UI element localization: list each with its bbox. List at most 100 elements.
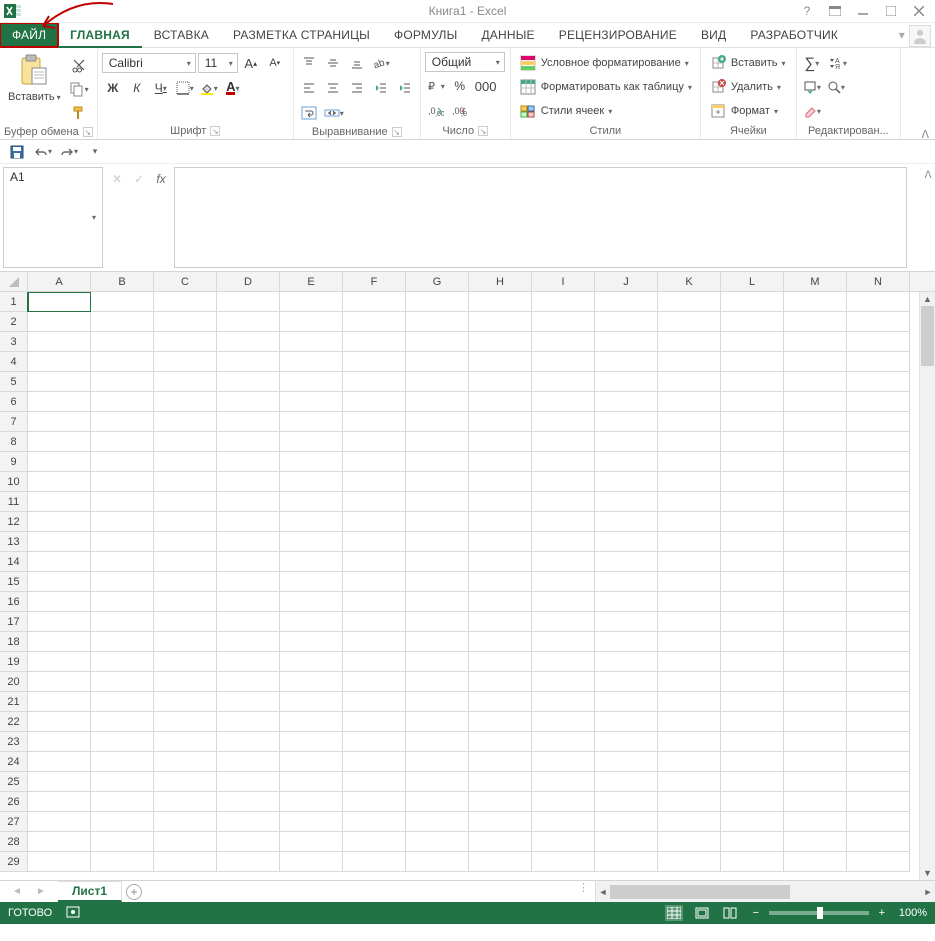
cell[interactable] — [343, 812, 406, 832]
cell[interactable] — [532, 392, 595, 412]
cell[interactable] — [154, 432, 217, 452]
cell[interactable] — [532, 672, 595, 692]
cell[interactable] — [658, 712, 721, 732]
cell[interactable] — [469, 492, 532, 512]
sheet-tab[interactable]: Лист1 — [58, 881, 122, 902]
cell[interactable] — [847, 372, 910, 392]
align-left-icon[interactable] — [298, 77, 320, 99]
row-header[interactable]: 23 — [0, 732, 28, 752]
cell[interactable] — [469, 552, 532, 572]
cell[interactable] — [217, 432, 280, 452]
align-right-icon[interactable] — [346, 77, 368, 99]
column-header[interactable]: K — [658, 272, 721, 291]
cell[interactable] — [28, 712, 91, 732]
cell[interactable] — [406, 492, 469, 512]
cell[interactable] — [721, 792, 784, 812]
cell[interactable] — [154, 732, 217, 752]
cell[interactable] — [343, 772, 406, 792]
cell[interactable] — [280, 612, 343, 632]
cell[interactable] — [91, 732, 154, 752]
cell[interactable] — [280, 672, 343, 692]
row-header[interactable]: 2 — [0, 312, 28, 332]
cell[interactable] — [343, 672, 406, 692]
row-header[interactable]: 24 — [0, 752, 28, 772]
cell[interactable] — [280, 772, 343, 792]
cell[interactable] — [658, 632, 721, 652]
cell[interactable] — [217, 592, 280, 612]
cell[interactable] — [595, 392, 658, 412]
cell[interactable] — [784, 652, 847, 672]
cell[interactable] — [595, 852, 658, 872]
cell[interactable] — [28, 332, 91, 352]
cell[interactable] — [658, 492, 721, 512]
cell[interactable] — [595, 492, 658, 512]
cell[interactable] — [532, 452, 595, 472]
cell[interactable] — [658, 692, 721, 712]
number-format-combo[interactable]: Общий▾ — [425, 52, 505, 72]
cell[interactable] — [595, 712, 658, 732]
signin-avatar[interactable] — [909, 25, 931, 47]
cell[interactable] — [154, 412, 217, 432]
cell[interactable] — [28, 412, 91, 432]
formula-input[interactable] — [174, 167, 907, 268]
cell[interactable] — [595, 692, 658, 712]
cell[interactable] — [532, 512, 595, 532]
redo-button[interactable]: ▾ — [58, 141, 80, 163]
cell[interactable] — [280, 472, 343, 492]
scroll-down-icon[interactable]: ▼ — [920, 866, 935, 880]
cell[interactable] — [280, 412, 343, 432]
cell[interactable] — [532, 492, 595, 512]
cell[interactable] — [532, 752, 595, 772]
cell[interactable] — [469, 592, 532, 612]
column-header[interactable]: G — [406, 272, 469, 291]
cell[interactable] — [343, 532, 406, 552]
cell[interactable] — [406, 472, 469, 492]
row-header[interactable]: 13 — [0, 532, 28, 552]
cell[interactable] — [280, 392, 343, 412]
cell[interactable] — [595, 772, 658, 792]
cell[interactable] — [91, 512, 154, 532]
cell[interactable] — [721, 512, 784, 532]
cell[interactable] — [217, 652, 280, 672]
cell[interactable] — [406, 832, 469, 852]
cell[interactable] — [406, 732, 469, 752]
cell[interactable] — [469, 712, 532, 732]
cell[interactable] — [784, 452, 847, 472]
cell[interactable] — [406, 332, 469, 352]
formula-enter-icon[interactable]: ✓ — [128, 168, 150, 190]
cell[interactable] — [532, 852, 595, 872]
cell[interactable] — [532, 412, 595, 432]
cell[interactable] — [343, 612, 406, 632]
cell[interactable] — [847, 452, 910, 472]
cell[interactable] — [658, 452, 721, 472]
row-header[interactable]: 27 — [0, 812, 28, 832]
cell[interactable] — [721, 832, 784, 852]
cell[interactable] — [217, 732, 280, 752]
cell[interactable] — [217, 792, 280, 812]
cell[interactable] — [595, 572, 658, 592]
cell[interactable] — [280, 592, 343, 612]
cell[interactable] — [532, 552, 595, 572]
cell[interactable] — [721, 612, 784, 632]
cell[interactable] — [28, 812, 91, 832]
cell[interactable] — [532, 292, 595, 312]
cell[interactable] — [847, 612, 910, 632]
customize-qat-icon[interactable]: ▾ — [84, 141, 106, 163]
add-sheet-button[interactable]: + — [122, 881, 146, 902]
cell[interactable] — [406, 412, 469, 432]
row-header[interactable]: 9 — [0, 452, 28, 472]
cell[interactable] — [595, 472, 658, 492]
cell[interactable] — [721, 432, 784, 452]
cell[interactable] — [217, 332, 280, 352]
cell[interactable] — [595, 652, 658, 672]
tab-splitter[interactable]: ⋮ — [572, 881, 595, 902]
cell[interactable] — [91, 332, 154, 352]
cell[interactable] — [91, 492, 154, 512]
row-header[interactable]: 19 — [0, 652, 28, 672]
font-name-combo[interactable]: Calibri▾ — [102, 53, 196, 73]
cell[interactable] — [280, 692, 343, 712]
cell[interactable] — [343, 752, 406, 772]
cell[interactable] — [784, 712, 847, 732]
cell[interactable] — [532, 532, 595, 552]
row-header[interactable]: 29 — [0, 852, 28, 872]
